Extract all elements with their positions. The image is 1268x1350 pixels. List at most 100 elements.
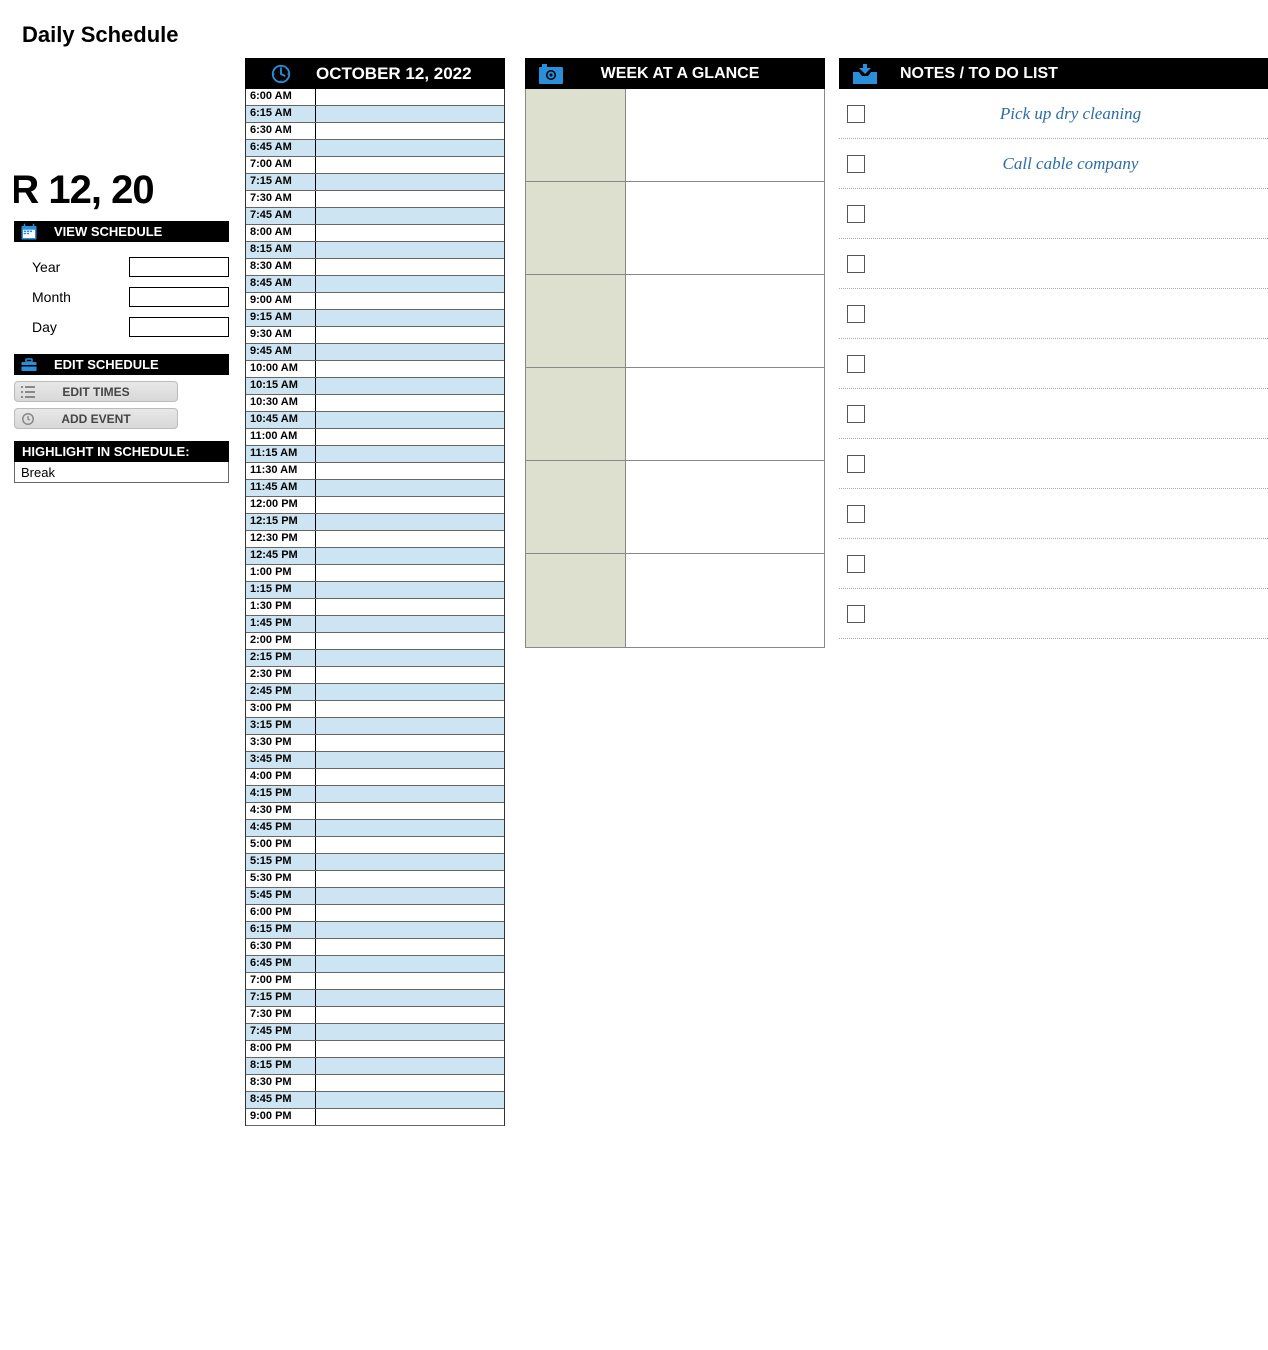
week-day-cell[interactable] bbox=[526, 368, 626, 460]
note-checkbox[interactable] bbox=[847, 255, 865, 273]
schedule-event-cell[interactable] bbox=[316, 701, 504, 717]
note-checkbox[interactable] bbox=[847, 605, 865, 623]
schedule-event-cell[interactable] bbox=[316, 718, 504, 734]
schedule-event-cell[interactable] bbox=[316, 752, 504, 768]
schedule-event-cell[interactable] bbox=[316, 140, 504, 156]
day-input[interactable] bbox=[129, 317, 229, 337]
note-checkbox[interactable] bbox=[847, 105, 865, 123]
note-checkbox[interactable] bbox=[847, 155, 865, 173]
schedule-time: 3:30 PM bbox=[246, 735, 316, 751]
note-checkbox[interactable] bbox=[847, 305, 865, 323]
schedule-event-cell[interactable] bbox=[316, 242, 504, 258]
schedule-row: 7:00 PM bbox=[246, 973, 504, 990]
note-checkbox[interactable] bbox=[847, 555, 865, 573]
schedule-event-cell[interactable] bbox=[316, 191, 504, 207]
week-content-cell[interactable] bbox=[626, 89, 824, 181]
note-checkbox[interactable] bbox=[847, 205, 865, 223]
note-text[interactable]: Call cable company bbox=[881, 154, 1260, 174]
schedule-event-cell[interactable] bbox=[316, 106, 504, 122]
month-input[interactable] bbox=[129, 287, 229, 307]
schedule-event-cell[interactable] bbox=[316, 157, 504, 173]
note-checkbox[interactable] bbox=[847, 405, 865, 423]
schedule-event-cell[interactable] bbox=[316, 429, 504, 445]
schedule-event-cell[interactable] bbox=[316, 735, 504, 751]
schedule-row: 11:00 AM bbox=[246, 429, 504, 446]
schedule-event-cell[interactable] bbox=[316, 123, 504, 139]
week-day-cell[interactable] bbox=[526, 89, 626, 181]
schedule-event-cell[interactable] bbox=[316, 412, 504, 428]
schedule-event-cell[interactable] bbox=[316, 650, 504, 666]
schedule-event-cell[interactable] bbox=[316, 327, 504, 343]
schedule-event-cell[interactable] bbox=[316, 990, 504, 1006]
schedule-event-cell[interactable] bbox=[316, 684, 504, 700]
schedule-event-cell[interactable] bbox=[316, 837, 504, 853]
schedule-event-cell[interactable] bbox=[316, 497, 504, 513]
week-content-cell[interactable] bbox=[626, 182, 824, 274]
schedule-event-cell[interactable] bbox=[316, 463, 504, 479]
schedule-event-cell[interactable] bbox=[316, 548, 504, 564]
schedule-event-cell[interactable] bbox=[316, 514, 504, 530]
highlight-value[interactable]: Break bbox=[14, 462, 229, 483]
note-checkbox[interactable] bbox=[847, 455, 865, 473]
schedule-event-cell[interactable] bbox=[316, 973, 504, 989]
week-content-cell[interactable] bbox=[626, 368, 824, 460]
schedule-event-cell[interactable] bbox=[316, 1007, 504, 1023]
schedule-event-cell[interactable] bbox=[316, 905, 504, 921]
note-checkbox[interactable] bbox=[847, 505, 865, 523]
schedule-event-cell[interactable] bbox=[316, 1109, 504, 1125]
schedule-event-cell[interactable] bbox=[316, 1058, 504, 1074]
schedule-event-cell[interactable] bbox=[316, 361, 504, 377]
schedule-event-cell[interactable] bbox=[316, 259, 504, 275]
schedule-event-cell[interactable] bbox=[316, 803, 504, 819]
schedule-event-cell[interactable] bbox=[316, 922, 504, 938]
schedule-event-cell[interactable] bbox=[316, 786, 504, 802]
schedule-event-cell[interactable] bbox=[316, 310, 504, 326]
schedule-event-cell[interactable] bbox=[316, 1024, 504, 1040]
week-content-cell[interactable] bbox=[626, 461, 824, 553]
schedule-event-cell[interactable] bbox=[316, 633, 504, 649]
schedule-event-cell[interactable] bbox=[316, 89, 504, 105]
schedule-event-cell[interactable] bbox=[316, 582, 504, 598]
schedule-event-cell[interactable] bbox=[316, 599, 504, 615]
week-day-cell[interactable] bbox=[526, 275, 626, 367]
schedule-event-cell[interactable] bbox=[316, 1075, 504, 1091]
schedule-event-cell[interactable] bbox=[316, 225, 504, 241]
schedule-row: 4:45 PM bbox=[246, 820, 504, 837]
schedule-event-cell[interactable] bbox=[316, 174, 504, 190]
schedule-event-cell[interactable] bbox=[316, 956, 504, 972]
schedule-event-cell[interactable] bbox=[316, 871, 504, 887]
schedule-event-cell[interactable] bbox=[316, 293, 504, 309]
schedule-event-cell[interactable] bbox=[316, 344, 504, 360]
schedule-event-cell[interactable] bbox=[316, 208, 504, 224]
note-checkbox[interactable] bbox=[847, 355, 865, 373]
schedule-event-cell[interactable] bbox=[316, 446, 504, 462]
week-content-cell[interactable] bbox=[626, 275, 824, 367]
schedule-event-cell[interactable] bbox=[316, 531, 504, 547]
schedule-event-cell[interactable] bbox=[316, 616, 504, 632]
schedule-event-cell[interactable] bbox=[316, 854, 504, 870]
note-text[interactable]: Pick up dry cleaning bbox=[881, 104, 1260, 124]
schedule-event-cell[interactable] bbox=[316, 565, 504, 581]
schedule-time: 7:15 PM bbox=[246, 990, 316, 1006]
schedule-event-cell[interactable] bbox=[316, 1041, 504, 1057]
week-day-cell[interactable] bbox=[526, 182, 626, 274]
edit-times-button[interactable]: EDIT TIMES bbox=[14, 381, 178, 402]
schedule-event-cell[interactable] bbox=[316, 378, 504, 394]
schedule-event-cell[interactable] bbox=[316, 820, 504, 836]
schedule-event-cell[interactable] bbox=[316, 480, 504, 496]
year-input[interactable] bbox=[129, 257, 229, 277]
week-day-cell[interactable] bbox=[526, 461, 626, 553]
schedule-event-cell[interactable] bbox=[316, 667, 504, 683]
schedule-event-cell[interactable] bbox=[316, 769, 504, 785]
week-day-cell[interactable] bbox=[526, 554, 626, 647]
schedule-event-cell[interactable] bbox=[316, 939, 504, 955]
week-content-cell[interactable] bbox=[626, 554, 824, 647]
add-event-button[interactable]: ADD EVENT bbox=[14, 408, 178, 429]
edit-schedule-header: EDIT SCHEDULE bbox=[14, 354, 229, 375]
schedule-time: 8:00 PM bbox=[246, 1041, 316, 1057]
schedule-event-cell[interactable] bbox=[316, 276, 504, 292]
view-schedule-header: VIEW SCHEDULE bbox=[14, 221, 229, 242]
schedule-event-cell[interactable] bbox=[316, 1092, 504, 1108]
schedule-event-cell[interactable] bbox=[316, 888, 504, 904]
schedule-event-cell[interactable] bbox=[316, 395, 504, 411]
